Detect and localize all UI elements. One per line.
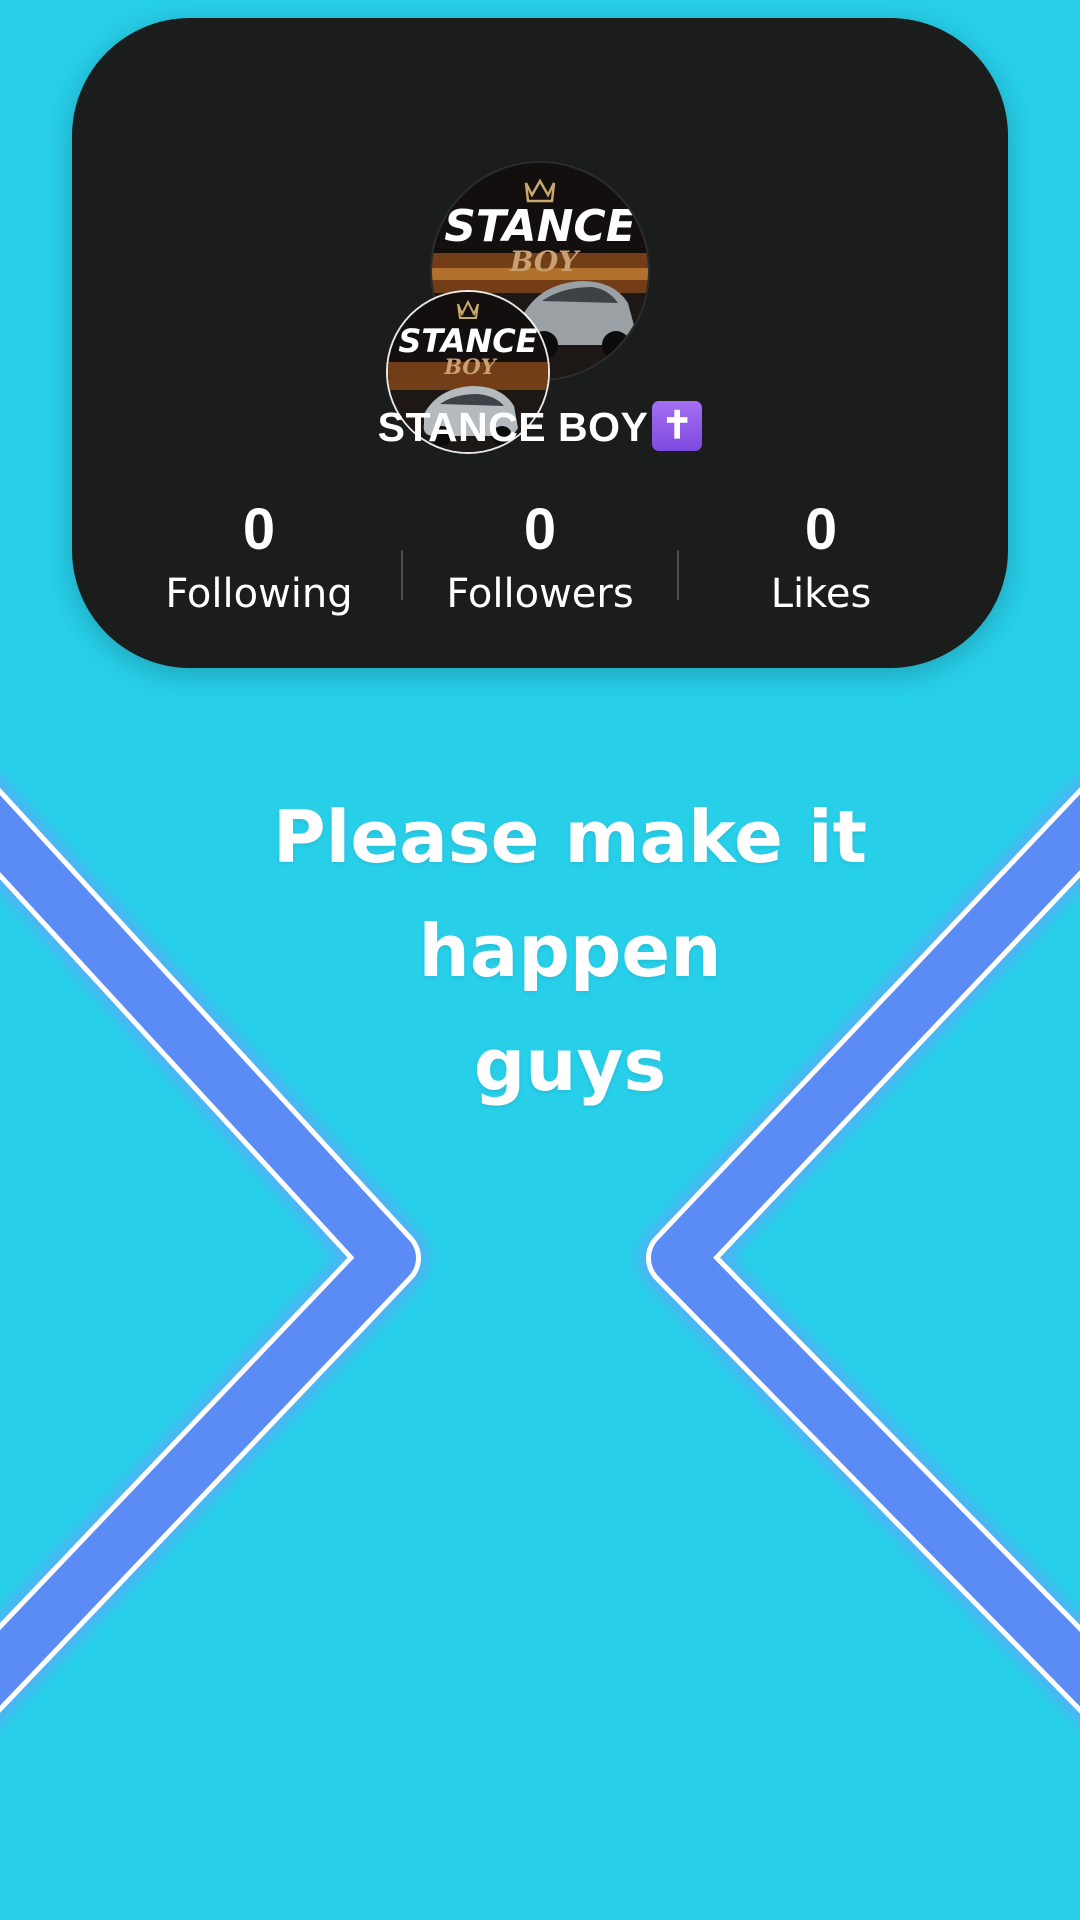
profile-username: STANCE BOY xyxy=(377,404,649,450)
stat-divider xyxy=(401,550,403,600)
avatar-logo-text-2: BOY xyxy=(509,245,582,278)
profile-card: STANCE BOY STANCE BOY STANCE BOY ✝ 0 Foll… xyxy=(72,18,1008,668)
stat-followers-value: 0 xyxy=(523,497,557,562)
stat-likes-label: Likes xyxy=(770,571,872,617)
stat-followers-label: Followers xyxy=(446,571,634,617)
stat-following-label: Following xyxy=(165,571,353,617)
stat-likes[interactable]: 0 Likes xyxy=(691,498,951,620)
stat-divider xyxy=(677,550,679,600)
stat-following-value: 0 xyxy=(242,497,276,562)
profile-stats: 0 Following 0 Followers 0 Likes xyxy=(72,498,1008,638)
avatar-small-logo-text-2: BOY xyxy=(443,354,497,379)
caption-line-2: guys xyxy=(473,1023,667,1107)
stat-followers[interactable]: 0 Followers xyxy=(410,498,670,620)
caption-line-1: Please make it happen xyxy=(272,795,868,993)
stat-likes-value: 0 xyxy=(804,497,838,562)
stat-following[interactable]: 0 Following xyxy=(129,498,389,620)
profile-username-row: STANCE BOY ✝ xyxy=(72,401,1008,455)
caption-message: Please make it happen guys xyxy=(120,780,1020,1122)
latin-cross-icon: ✝ xyxy=(652,401,703,452)
